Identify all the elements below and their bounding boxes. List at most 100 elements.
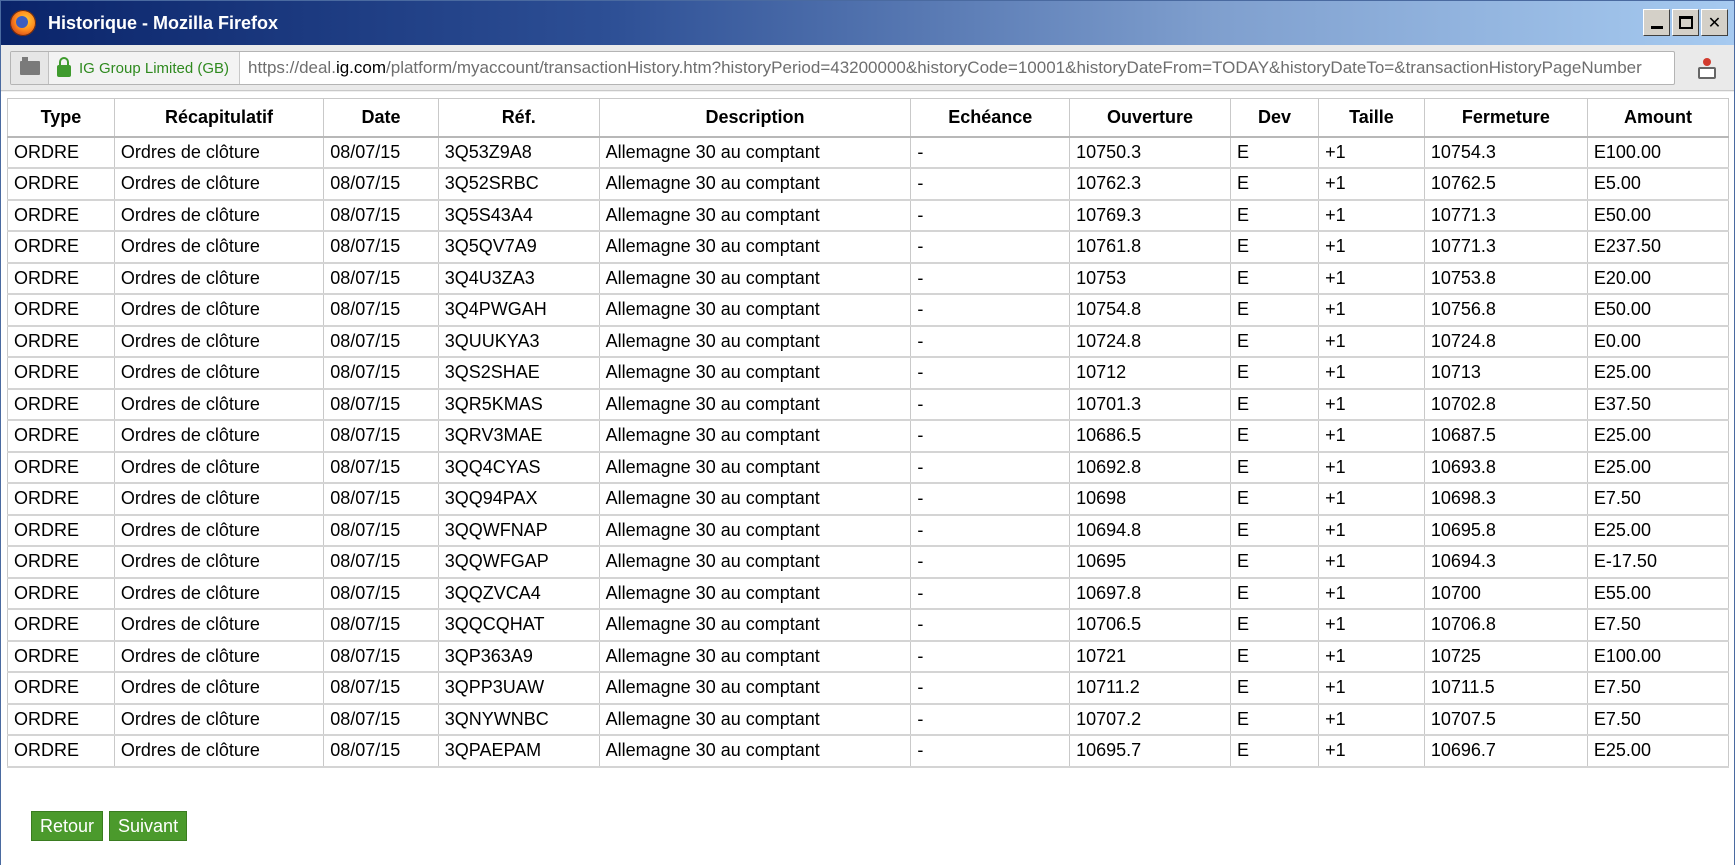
cell-amount: E7.50 xyxy=(1586,671,1730,705)
cell-ref: 3Q4PWGAH xyxy=(437,293,600,327)
url-host: ig.com xyxy=(335,58,387,77)
cell-amount: E100.00 xyxy=(1586,640,1730,673)
cell-amount: E7.50 xyxy=(1586,482,1730,516)
cell-currency: E xyxy=(1229,325,1320,358)
cell-type: ORDRE xyxy=(7,199,115,232)
cell-date: 08/07/15 xyxy=(323,230,439,264)
cell-opening: 10701.3 xyxy=(1069,388,1231,421)
cell-expiry: - xyxy=(910,230,1071,264)
cell-closing: 10762.5 xyxy=(1423,167,1588,201)
cell-date: 08/07/15 xyxy=(323,608,439,642)
table-row: ORDRE Ordres de clôture 08/07/15 3Q53Z9A8 Al… xyxy=(7,136,1730,169)
cell-summary: Ordres de clôture xyxy=(113,419,325,453)
cell-currency: E xyxy=(1229,482,1320,516)
cell-closing: 10756.8 xyxy=(1423,293,1588,327)
cell-currency: E xyxy=(1229,199,1320,232)
cell-ref: 3QPP3UAW xyxy=(437,671,600,705)
cell-description: Allemagne 30 au comptant xyxy=(598,230,912,264)
cell-opening: 10769.3 xyxy=(1069,199,1231,232)
table-row: ORDRE Ordres de clôture 08/07/15 3Q5S43A4 Al… xyxy=(7,199,1730,232)
column-header-size: Taille xyxy=(1318,98,1425,138)
window-controls: ✕ xyxy=(1643,9,1728,36)
cell-type: ORDRE xyxy=(7,293,115,327)
cell-size: +1 xyxy=(1318,325,1425,358)
close-button[interactable]: ✕ xyxy=(1701,9,1728,36)
cell-date: 08/07/15 xyxy=(323,640,439,673)
cell-currency: E xyxy=(1229,167,1320,201)
cell-opening: 10694.8 xyxy=(1069,514,1231,547)
pagination-buttons: Retour Suivant xyxy=(31,811,188,841)
cell-amount: E25.00 xyxy=(1586,734,1730,768)
cell-date: 08/07/15 xyxy=(323,356,439,390)
cell-expiry: - xyxy=(910,167,1071,201)
extension-box-shape xyxy=(1698,67,1716,79)
cell-description: Allemagne 30 au comptant xyxy=(598,136,912,169)
page-content: Type Récapitulatif Date Réf. Description Eché… xyxy=(1,92,1734,865)
page-info-button[interactable] xyxy=(11,52,49,84)
cell-ref: 3Q4U3ZA3 xyxy=(437,262,600,295)
cell-description: Allemagne 30 au comptant xyxy=(598,262,912,295)
url-bar[interactable]: IG Group Limited (GB) https://deal.ig.co… xyxy=(10,51,1675,85)
cell-summary: Ordres de clôture xyxy=(113,136,325,169)
cell-ref: 3QP363A9 xyxy=(437,640,600,673)
table-row: ORDRE Ordres de clôture 08/07/15 3Q52SRBC Al… xyxy=(7,167,1730,201)
cell-currency: E xyxy=(1229,514,1320,547)
cell-summary: Ordres de clôture xyxy=(113,671,325,705)
maximize-button[interactable] xyxy=(1672,9,1699,36)
firefox-logo-icon xyxy=(10,10,36,36)
table-body: ORDRE Ordres de clôture 08/07/15 3Q53Z9A8 Al… xyxy=(7,136,1730,768)
transaction-history-table: Type Récapitulatif Date Réf. Description Eché… xyxy=(7,98,1730,768)
cell-currency: E xyxy=(1229,230,1320,264)
cell-opening: 10761.8 xyxy=(1069,230,1231,264)
cell-size: +1 xyxy=(1318,388,1425,421)
cell-date: 08/07/15 xyxy=(323,199,439,232)
cell-summary: Ordres de clôture xyxy=(113,734,325,768)
minimize-button[interactable] xyxy=(1643,9,1670,36)
cell-closing: 10698.3 xyxy=(1423,482,1588,516)
cell-opening: 10707.2 xyxy=(1069,703,1231,736)
cell-expiry: - xyxy=(910,734,1071,768)
cell-size: +1 xyxy=(1318,671,1425,705)
cell-summary: Ordres de clôture xyxy=(113,451,325,484)
title-bar[interactable]: Historique - Mozilla Firefox ✕ xyxy=(1,1,1734,45)
cell-closing: 10694.3 xyxy=(1423,545,1588,579)
table-row: ORDRE Ordres de clôture 08/07/15 3QRV3MAE Al… xyxy=(7,419,1730,453)
cell-closing: 10706.8 xyxy=(1423,608,1588,642)
cell-type: ORDRE xyxy=(7,419,115,453)
cell-opening: 10706.5 xyxy=(1069,608,1231,642)
cell-ref: 3QQWFNAP xyxy=(437,514,600,547)
back-button[interactable]: Retour xyxy=(31,811,104,841)
site-identity-button[interactable]: IG Group Limited (GB) xyxy=(49,52,241,84)
url-text[interactable]: https://deal.ig.com/platform/myaccount/t… xyxy=(240,58,1642,78)
cell-date: 08/07/15 xyxy=(323,545,439,579)
navigation-bar: IG Group Limited (GB) https://deal.ig.co… xyxy=(1,45,1734,91)
cell-date: 08/07/15 xyxy=(323,482,439,516)
cell-description: Allemagne 30 au comptant xyxy=(598,388,912,421)
table-row: ORDRE Ordres de clôture 08/07/15 3QQ94PAX Al… xyxy=(7,482,1730,516)
cell-closing: 10693.8 xyxy=(1423,451,1588,484)
cell-amount: E25.00 xyxy=(1586,514,1730,547)
next-button[interactable]: Suivant xyxy=(109,811,188,841)
column-header-date: Date xyxy=(323,98,439,138)
cell-expiry: - xyxy=(910,419,1071,453)
cell-size: +1 xyxy=(1318,640,1425,673)
table-row: ORDRE Ordres de clôture 08/07/15 3Q4U3ZA3 Al… xyxy=(7,262,1730,295)
cell-opening: 10695.7 xyxy=(1069,734,1231,768)
cell-opening: 10721 xyxy=(1069,640,1231,673)
cell-expiry: - xyxy=(910,356,1071,390)
cell-description: Allemagne 30 au comptant xyxy=(598,199,912,232)
cell-ref: 3QPAEPAM xyxy=(437,734,600,768)
cell-amount: E5.00 xyxy=(1586,167,1730,201)
cell-type: ORDRE xyxy=(7,325,115,358)
cell-summary: Ordres de clôture xyxy=(113,577,325,610)
cell-description: Allemagne 30 au comptant xyxy=(598,608,912,642)
cell-closing: 10771.3 xyxy=(1423,230,1588,264)
cell-ref: 3QR5KMAS xyxy=(437,388,600,421)
cell-ref: 3Q5S43A4 xyxy=(437,199,600,232)
cell-summary: Ordres de clôture xyxy=(113,262,325,295)
cell-currency: E xyxy=(1229,734,1320,768)
cell-ref: 3QQZVCA4 xyxy=(437,577,600,610)
extension-icon[interactable] xyxy=(1694,55,1720,81)
cell-currency: E xyxy=(1229,262,1320,295)
cell-type: ORDRE xyxy=(7,640,115,673)
